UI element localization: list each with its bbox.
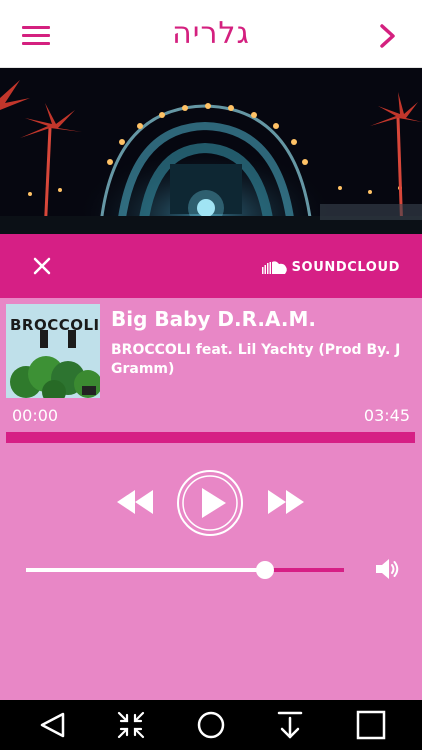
- track-title: Big Baby D.R.A.M.: [111, 307, 316, 331]
- download-arrow-icon[interactable]: [274, 710, 306, 740]
- fast-forward-icon[interactable]: [266, 488, 306, 516]
- album-cover-text: BROCCOLI: [10, 316, 100, 334]
- soundcloud-brand-text: SOUNDCLOUD: [291, 259, 400, 275]
- volume-fill: [26, 568, 265, 572]
- audio-player: BROCCOLI Big Baby D.R.A.M. BROCCOLI feat…: [0, 298, 422, 700]
- concert-stage-photo: [0, 68, 422, 234]
- play-icon[interactable]: [175, 468, 245, 538]
- app-screen: גלריה SOUNDCLOUD BROCCOLI Big Baby D.R.A…: [0, 0, 422, 750]
- volume-slider[interactable]: [26, 560, 344, 580]
- progress-fill: [6, 432, 415, 443]
- rewind-icon[interactable]: [115, 488, 155, 516]
- page-title: גלריה: [172, 16, 250, 51]
- collapse-arrows-icon[interactable]: [115, 710, 147, 740]
- close-icon[interactable]: [28, 252, 56, 280]
- square-recents-icon[interactable]: [354, 710, 386, 740]
- system-nav-bar: [0, 700, 422, 750]
- progress-bar[interactable]: [6, 432, 415, 443]
- circle-home-icon[interactable]: [195, 710, 227, 740]
- current-time: 00:00: [12, 406, 59, 425]
- speaker-icon[interactable]: [374, 556, 400, 582]
- chevron-right-icon[interactable]: [376, 22, 400, 50]
- soundcloud-cloud-icon: [261, 261, 287, 274]
- track-artist: BROCCOLI feat. Lil Yachty (Prod By. J Gr…: [111, 342, 401, 377]
- album-cover: BROCCOLI: [6, 304, 100, 398]
- track-duration: 03:45: [363, 406, 410, 425]
- soundcloud-bar: SOUNDCLOUD: [0, 234, 422, 298]
- app-header: גלריה: [0, 0, 422, 68]
- triangle-back-icon[interactable]: [37, 710, 69, 740]
- volume-knob[interactable]: [255, 561, 274, 579]
- soundcloud-logo[interactable]: SOUNDCLOUD: [261, 258, 400, 276]
- playback-controls: [0, 468, 422, 540]
